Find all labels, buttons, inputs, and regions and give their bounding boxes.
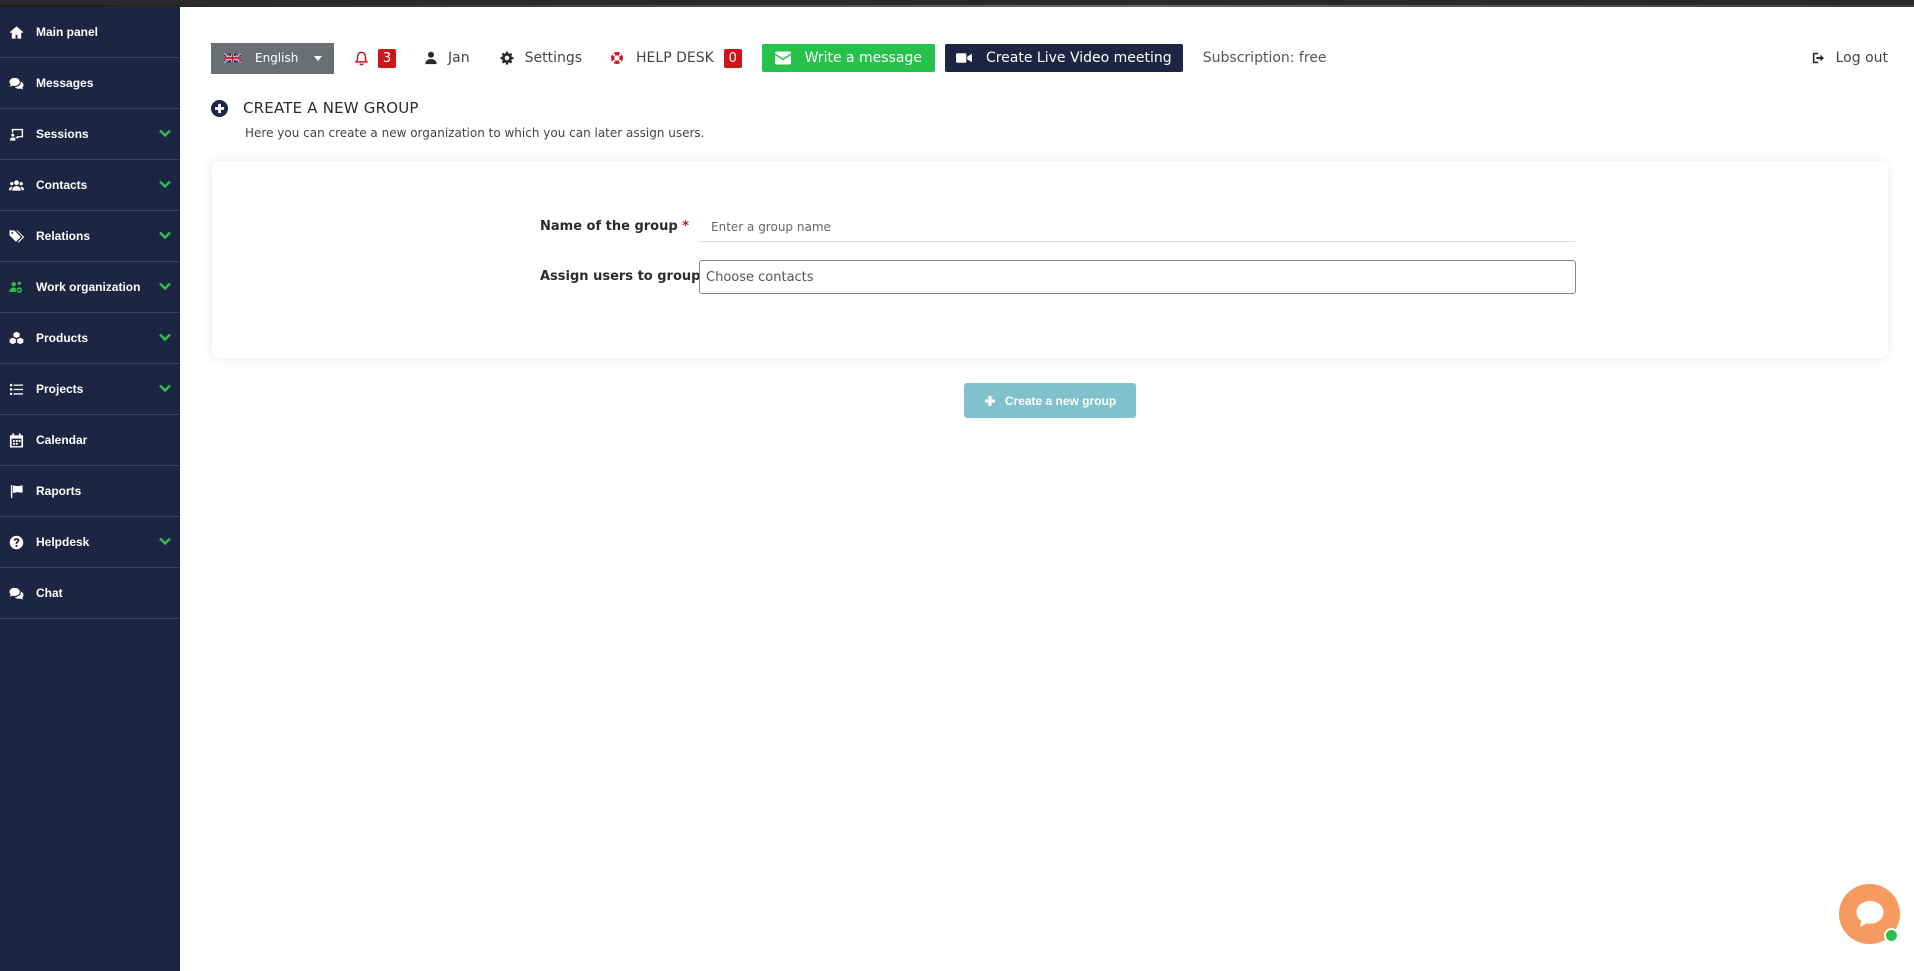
- sidebar-item-label: Chat: [36, 586, 63, 600]
- home-icon: [8, 24, 24, 40]
- required-marker: *: [682, 219, 690, 234]
- sidebar-item-label: Messages: [36, 76, 94, 90]
- create-group-label: Create a new group: [1004, 393, 1117, 408]
- users-icon: [8, 177, 24, 193]
- sidebar-item-helpdesk[interactable]: Helpdesk: [0, 517, 180, 568]
- plus-icon: [984, 395, 995, 406]
- logout-label: Log out: [1835, 50, 1888, 66]
- sidebar-item-sessions[interactable]: Sessions: [0, 109, 180, 160]
- sidebar-item-relations[interactable]: Relations: [0, 211, 180, 262]
- notifications-badge: 3: [378, 48, 396, 68]
- logout-link[interactable]: Log out: [1812, 50, 1888, 66]
- tasks-icon: [8, 381, 24, 397]
- sidebar: Main panel Messages Sessions Contacts Re…: [0, 7, 180, 971]
- group-name-input[interactable]: [699, 213, 1575, 242]
- sidebar-item-label: Helpdesk: [36, 535, 90, 549]
- notifications[interactable]: 3: [354, 48, 396, 68]
- chat-widget-button[interactable]: [1839, 884, 1900, 944]
- sidebar-item-projects[interactable]: Projects: [0, 364, 180, 415]
- group-name-label-text: Name of the group: [540, 219, 678, 234]
- sidebar-item-messages[interactable]: Messages: [0, 58, 180, 109]
- envelope-icon: [774, 51, 791, 65]
- page-title: CREATE A NEW GROUP: [243, 99, 419, 117]
- video-meeting-label: Create Live Video meeting: [985, 50, 1172, 66]
- chevron-down-icon: [158, 279, 172, 293]
- browser-top-strip: [0, 0, 1914, 7]
- life-ring-icon: [611, 52, 623, 64]
- settings-label: Settings: [524, 50, 583, 66]
- create-group-button[interactable]: Create a new group: [964, 383, 1136, 418]
- question-circle-icon: [8, 534, 24, 550]
- plus-circle-icon: [211, 99, 228, 117]
- sidebar-item-label: Raports: [36, 484, 82, 498]
- write-message-label: Write a message: [804, 50, 922, 66]
- online-status-dot: [1884, 928, 1899, 943]
- sidebar-item-label: Work organization: [36, 280, 141, 294]
- user-menu[interactable]: Jan: [424, 50, 470, 66]
- language-label: English: [255, 51, 299, 65]
- sidebar-item-label: Calendar: [36, 433, 88, 447]
- assign-users-label: Assign users to group: [540, 269, 701, 284]
- helpdesk-label: HELP DESK: [636, 50, 714, 66]
- sidebar-item-calendar[interactable]: Calendar: [0, 415, 180, 466]
- sidebar-item-raports[interactable]: Raports: [0, 466, 180, 517]
- sidebar-item-products[interactable]: Products: [0, 313, 180, 364]
- comments-icon: [8, 75, 24, 91]
- create-video-meeting-button[interactable]: Create Live Video meeting: [944, 44, 1183, 72]
- tags-icon: [8, 228, 24, 244]
- chevron-down-icon: [158, 534, 172, 548]
- choose-contacts-select[interactable]: [699, 260, 1576, 294]
- chevron-down-icon: [158, 381, 172, 395]
- sign-out-icon: [1812, 52, 1824, 64]
- sidebar-item-work-organization[interactable]: Work organization: [0, 262, 180, 313]
- page-subtitle: Here you can create a new organization t…: [245, 126, 705, 140]
- sidebar-item-label: Main panel: [36, 25, 99, 39]
- subscription-status: Subscription: free: [1202, 50, 1327, 66]
- video-camera-icon: [955, 53, 972, 63]
- sidebar-item-label: Relations: [36, 229, 91, 243]
- group-name-label: Name of the group *: [540, 219, 689, 234]
- chevron-down-icon: [158, 177, 172, 191]
- settings-link[interactable]: Settings: [500, 50, 582, 66]
- gear-icon: [500, 51, 514, 65]
- chevron-down-icon: [158, 126, 172, 140]
- write-message-button[interactable]: Write a message: [761, 44, 935, 72]
- language-selector[interactable]: English: [211, 42, 334, 74]
- flag-icon: [8, 483, 24, 499]
- bell-icon: [354, 51, 369, 65]
- sidebar-item-chat[interactable]: Chat: [0, 568, 180, 619]
- top-header: English 3 Jan Settings HELP DESK 0 Write…: [211, 42, 1891, 74]
- chat-bubble-icon: [1856, 901, 1883, 927]
- sidebar-item-label: Products: [36, 331, 89, 345]
- chevron-down-icon: [158, 330, 172, 344]
- user-name: Jan: [448, 50, 470, 66]
- comments-icon: [8, 585, 24, 601]
- sidebar-item-label: Contacts: [36, 178, 88, 192]
- presentation-icon: [8, 126, 24, 142]
- users-cog-icon: [8, 279, 24, 295]
- sidebar-item-contacts[interactable]: Contacts: [0, 160, 180, 211]
- calendar-icon: [8, 432, 24, 448]
- chevron-down-icon: [158, 228, 172, 242]
- page-header: CREATE A NEW GROUP: [211, 99, 419, 117]
- cubes-icon: [8, 330, 24, 346]
- caret-down-icon[interactable]: [302, 43, 334, 74]
- sidebar-item-main-panel[interactable]: Main panel: [0, 7, 180, 58]
- sidebar-item-label: Projects: [36, 382, 84, 396]
- user-icon: [425, 51, 437, 65]
- helpdesk-link[interactable]: HELP DESK 0: [610, 48, 742, 68]
- sidebar-item-label: Sessions: [36, 127, 89, 141]
- uk-flag-icon: [224, 52, 241, 64]
- helpdesk-badge: 0: [723, 48, 742, 68]
